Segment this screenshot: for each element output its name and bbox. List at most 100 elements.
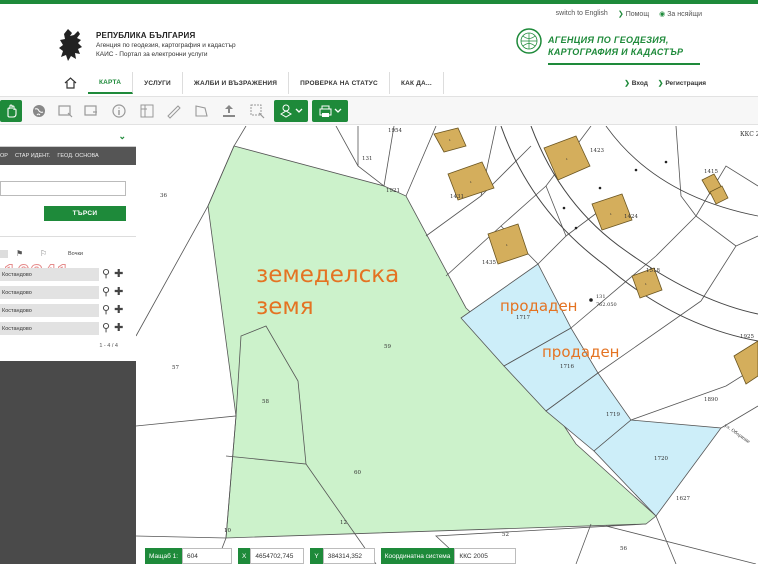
- layers-button[interactable]: [136, 100, 158, 122]
- results-pager: 1 - 4 / 4: [99, 343, 118, 349]
- about-label: За нсяйщи: [667, 11, 702, 18]
- label-1518: 1518: [646, 268, 660, 274]
- label-1627: 1627: [676, 496, 690, 502]
- add-icon[interactable]: ✚: [114, 305, 123, 316]
- info-button[interactable]: [108, 100, 130, 122]
- label-1925: 1925: [740, 334, 754, 340]
- map-toolbar: [0, 96, 758, 125]
- label-1423: 1423: [590, 148, 604, 154]
- tab-services[interactable]: УСЛУГИ: [133, 72, 183, 94]
- zoom-icon[interactable]: ⚲: [102, 269, 110, 280]
- measure-distance-button[interactable]: [162, 100, 184, 122]
- label-1717: 1717: [516, 315, 530, 321]
- search-button[interactable]: ТЪРСИ: [44, 206, 126, 221]
- portal-subtitle: КАИС - Портал за електронни услуги: [96, 51, 208, 58]
- crs-value[interactable]: ККС 2005: [454, 548, 517, 564]
- tab-how-to[interactable]: КАК ДА...: [390, 72, 444, 94]
- label-762050: 762.050: [596, 302, 617, 308]
- chevron-right-icon: ❯: [624, 80, 630, 87]
- ruler-icon: [167, 105, 181, 119]
- upload-icon: [223, 105, 235, 117]
- annotation-sold-1717: продаден: [500, 297, 578, 315]
- upload-button[interactable]: [218, 100, 240, 122]
- map-canvas: 111 111 1954 131 1921 1431 36 1435 1423 …: [136, 126, 758, 564]
- x-label: X: [238, 548, 251, 564]
- about-link[interactable]: ◉ За нсяйщи: [659, 10, 702, 18]
- agency-name-line2: КАРТОГРАФИЯ И КАДАСТЪР: [548, 47, 684, 57]
- help-link[interactable]: ❯ Помощ: [618, 10, 649, 18]
- zoom-icon[interactable]: ⚲: [102, 323, 110, 334]
- home-icon: [64, 77, 76, 89]
- tab-or[interactable]: ОР: [0, 153, 8, 159]
- info-icon: [112, 104, 126, 118]
- label-131: 131: [362, 156, 373, 162]
- zoom-area-button[interactable]: [246, 100, 268, 122]
- tab-geod-base[interactable]: ГЕОД. ОСНОВА: [57, 153, 98, 159]
- zoom-rectangle-icon: [250, 104, 265, 119]
- tab-complaints[interactable]: ЖАЛБИ И ВЪЗРАЖЕНИЯ: [183, 72, 290, 94]
- result-row[interactable]: Костандово: [0, 322, 99, 335]
- building: [591, 193, 633, 231]
- add-icon[interactable]: ✚: [114, 323, 123, 334]
- home-button[interactable]: [52, 72, 88, 94]
- english-link[interactable]: switch to English: [556, 10, 608, 18]
- search-input[interactable]: [0, 181, 126, 196]
- tab-status-check[interactable]: ПРОВЕРКА НА СТАТУС: [289, 72, 390, 94]
- label-street: ул. Оборище: [723, 422, 752, 445]
- coordinate-status-bar: Мащаб 1: 604 X 4654702,745 Y 384314,352 …: [145, 548, 517, 564]
- tab-map[interactable]: КАРТА: [88, 72, 134, 94]
- search-panel: ⌄ ОР СТАР ИДЕНТ. ГЕОД. ОСНОВА ТЪРСИ ⚑ ⚐ …: [0, 126, 136, 564]
- pan-tool-button[interactable]: [0, 100, 22, 122]
- print-dropdown-button[interactable]: [312, 100, 348, 122]
- result-row[interactable]: Костандово: [0, 286, 99, 299]
- result-row[interactable]: Костандово: [0, 304, 99, 317]
- printer-icon: [319, 105, 342, 117]
- label-36: 36: [160, 193, 167, 199]
- label-1716: 1716: [560, 364, 574, 370]
- label-10: 10: [224, 528, 231, 534]
- label-1415: 1415: [704, 169, 718, 175]
- label-52: 52: [502, 532, 509, 538]
- agency-subtitle: Агенция по геодезия, картография и кадас…: [96, 42, 236, 49]
- measure-area-button[interactable]: [190, 100, 212, 122]
- zoom-icon[interactable]: ⚲: [102, 287, 110, 298]
- scale-value[interactable]: 604: [182, 548, 233, 564]
- label-1435: 1435: [482, 260, 496, 266]
- label-1719: 1719: [606, 412, 620, 418]
- label-1921: 1921: [386, 188, 400, 194]
- tab-old-ident[interactable]: СТАР ИДЕНТ.: [15, 153, 50, 159]
- building: [733, 340, 758, 385]
- hand-icon: [7, 104, 17, 118]
- register-link[interactable]: ❯ Регистрация: [658, 79, 706, 87]
- zoom-icon[interactable]: ⚲: [102, 305, 110, 316]
- utility-links: switch to English ❯ Помощ ◉ За нсяйщи: [556, 10, 702, 18]
- label-57: 57: [172, 365, 179, 371]
- login-link[interactable]: ❯ Вход: [624, 79, 648, 87]
- cadastral-map[interactable]: 111 111 1954 131 1921 1431 36 1435 1423 …: [136, 126, 758, 564]
- x-value: 4654702,745: [250, 548, 305, 564]
- result-row[interactable]: Костандово: [0, 268, 99, 281]
- chevron-right-icon: ❯: [617, 11, 624, 18]
- deselect-button[interactable]: [80, 100, 102, 122]
- help-label: Помощ: [625, 11, 650, 18]
- panel-body: ТЪРСИ ⚑ ⚐ Вочки 16241 Костандово ⚲✚ Кост…: [0, 165, 136, 361]
- legend-layers-icon: [280, 104, 303, 118]
- chevron-down-icon: ⌄: [118, 131, 126, 141]
- annotation-sold-1716: продаден: [542, 343, 620, 361]
- add-icon[interactable]: ✚: [114, 269, 123, 280]
- top-accent-line: [0, 0, 758, 4]
- legend-dropdown-button[interactable]: [274, 100, 308, 122]
- app: switch to English ❯ Помощ ◉ За нсяйщи РЕПУ…: [0, 0, 758, 564]
- flag-icon: ⚑: [16, 249, 24, 258]
- label-1954: 1954: [388, 128, 402, 134]
- select-area-button[interactable]: [54, 100, 76, 122]
- scale-label: Мащаб 1:: [145, 548, 183, 564]
- label-1424: 1424: [624, 214, 638, 220]
- result-actions: ⚲ ✚: [102, 286, 134, 299]
- globe-button[interactable]: [28, 100, 50, 122]
- agency-logo-icon: [516, 28, 542, 54]
- eye-icon: ◉: [659, 11, 666, 18]
- checkbox-icon[interactable]: [0, 250, 8, 258]
- panel-dropdown[interactable]: ⌄: [0, 126, 136, 147]
- add-icon[interactable]: ✚: [114, 287, 123, 298]
